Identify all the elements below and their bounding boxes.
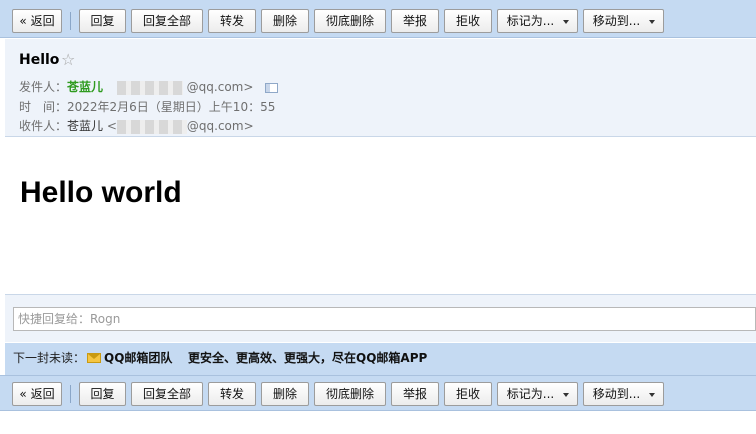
mark-as-label: 标记为... (506, 14, 555, 28)
report-button[interactable]: 举报 (391, 382, 439, 406)
recipient-address-prefix: < (106, 119, 117, 133)
sender-address: @qq.com> (186, 80, 254, 94)
move-to-label: 移动到... (592, 14, 641, 28)
mark-as-dropdown[interactable]: 标记为... (497, 9, 578, 33)
chevron-down-icon (563, 393, 569, 397)
recipient-label: 收件人： (19, 119, 68, 133)
back-button[interactable]: « 返回 (12, 9, 62, 33)
sender-label: 发件人： (19, 80, 68, 94)
reject-button[interactable]: 拒收 (444, 382, 492, 406)
reply-all-button[interactable]: 回复全部 (131, 9, 203, 33)
top-toolbar: « 返回 回复 回复全部 转发 删除 彻底删除 举报 拒收 标记为... 移动到… (0, 0, 756, 38)
delete-permanently-button[interactable]: 彻底删除 (314, 382, 386, 406)
mark-as-label: 标记为... (506, 387, 555, 401)
move-to-dropdown[interactable]: 移动到... (583, 382, 664, 406)
recipient-row: 收件人：苍蓝儿 < @qq.com> (19, 117, 254, 134)
delete-button[interactable]: 删除 (261, 9, 309, 33)
redacted-address (116, 80, 183, 95)
reply-all-button[interactable]: 回复全部 (131, 382, 203, 406)
sender-row: 发件人：苍蓝儿 @qq.com> (19, 78, 279, 95)
reply-button[interactable]: 回复 (79, 9, 126, 33)
time-row: 时 间：2022年2月6日（星期日）上午10：55 (19, 98, 275, 115)
next-unread-subject[interactable]: 更安全、更高效、更强大，尽在QQ邮箱APP (188, 343, 427, 373)
delete-permanently-button[interactable]: 彻底删除 (314, 9, 386, 33)
move-to-label: 移动到... (592, 387, 641, 401)
chevron-down-icon (563, 20, 569, 24)
star-icon[interactable]: ☆ (61, 50, 75, 69)
next-unread-bar: 下一封未读： QQ邮箱团队 更安全、更高效、更强大，尽在QQ邮箱APP (5, 343, 756, 375)
bottom-toolbar: « 返回 回复 回复全部 转发 删除 彻底删除 举报 拒收 标记为... 移动到… (0, 375, 756, 411)
toolbar-divider (70, 12, 71, 30)
report-button[interactable]: 举报 (391, 9, 439, 33)
reply-button[interactable]: 回复 (79, 382, 126, 406)
back-button[interactable]: « 返回 (12, 382, 62, 406)
toolbar-divider (70, 385, 71, 403)
reject-button[interactable]: 拒收 (444, 9, 492, 33)
chevron-down-icon (649, 393, 655, 397)
email-header: Hello ☆ 发件人：苍蓝儿 @qq.com> 时 间：2022年2月6日（星… (5, 39, 756, 137)
redacted-address (116, 119, 187, 134)
delete-button[interactable]: 删除 (261, 382, 309, 406)
quick-reply-input[interactable]: 快捷回复给：Rogn (13, 307, 756, 331)
time-label: 时 间： (19, 100, 68, 114)
recipient-name[interactable]: 苍蓝儿 (67, 119, 103, 133)
contact-card-icon[interactable] (265, 82, 279, 93)
quick-reply-bar: 快捷回复给：Rogn (5, 294, 756, 342)
email-time: 2022年2月6日（星期日）上午10：55 (67, 100, 276, 114)
forward-button[interactable]: 转发 (208, 9, 256, 33)
move-to-dropdown[interactable]: 移动到... (583, 9, 664, 33)
next-unread-sender[interactable]: QQ邮箱团队 (104, 343, 172, 373)
forward-button[interactable]: 转发 (208, 382, 256, 406)
recipient-address: @qq.com> (186, 119, 254, 133)
mark-as-dropdown[interactable]: 标记为... (497, 382, 578, 406)
email-subject: Hello (19, 52, 60, 68)
sender-name[interactable]: 苍蓝儿 (67, 80, 103, 94)
chevron-down-icon (649, 20, 655, 24)
envelope-icon (87, 353, 101, 363)
email-body-heading: Hello world (20, 176, 182, 209)
next-unread-label: 下一封未读： (13, 351, 86, 365)
